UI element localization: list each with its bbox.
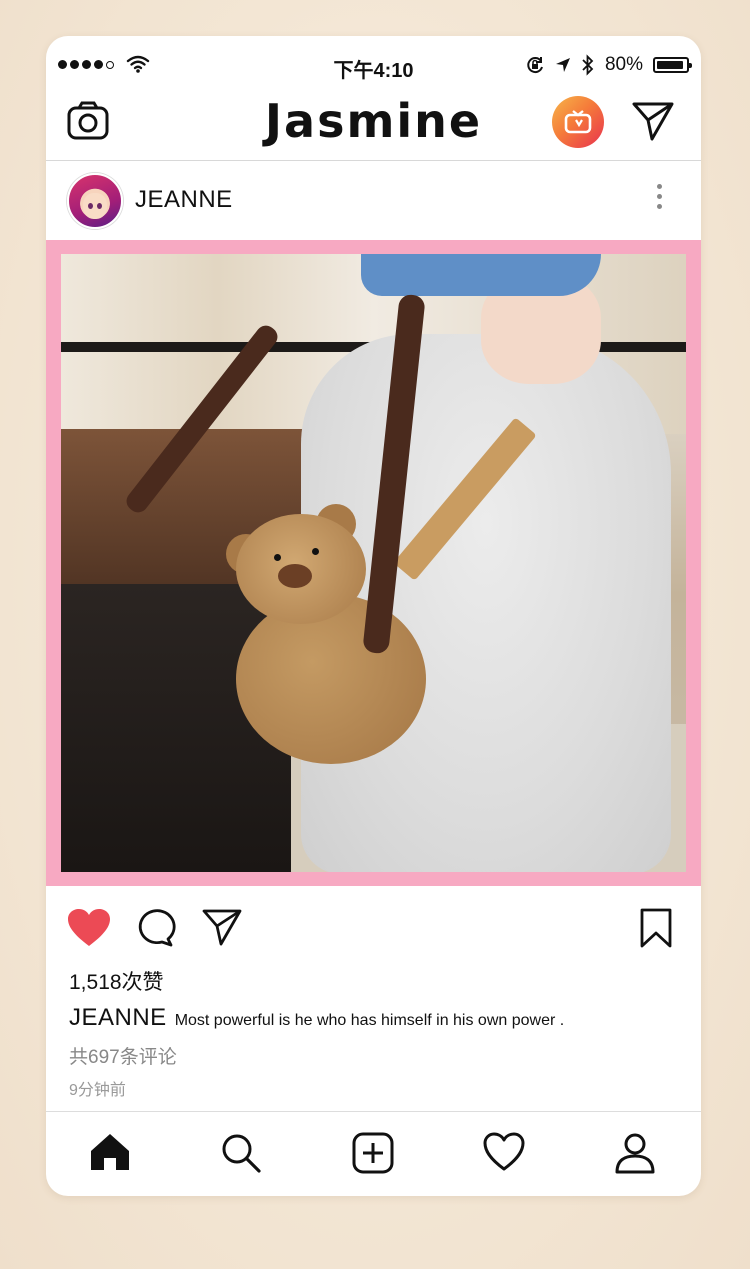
teddy-bear-backpack: [216, 504, 436, 774]
avatar[interactable]: [67, 173, 123, 229]
add-post-icon[interactable]: [352, 1132, 394, 1174]
caption-text: Most powerful is he who has himself in h…: [174, 1012, 565, 1029]
post-username[interactable]: JEANNE: [135, 186, 233, 214]
orientation-lock-icon: [527, 57, 543, 74]
post-actions: [46, 886, 701, 956]
post-timestamp: 9分钟前: [69, 1082, 126, 1099]
battery-icon: [653, 57, 692, 73]
search-icon[interactable]: [220, 1132, 262, 1174]
status-right: 80%: [525, 54, 692, 76]
direct-send-icon[interactable]: [630, 98, 676, 144]
post-photo[interactable]: [61, 254, 686, 872]
bookmark-icon[interactable]: [639, 908, 673, 948]
battery-percent: 80%: [604, 54, 643, 75]
bottom-tab-bar: [46, 1111, 701, 1196]
app-header: Jasmine: [46, 94, 701, 160]
post-caption: JEANNE Most powerful is he who has himsel…: [69, 1004, 564, 1032]
like-heart-icon[interactable]: [67, 908, 111, 948]
post-photo-frame: [46, 240, 701, 886]
igtv-icon[interactable]: [552, 96, 604, 148]
caption-username[interactable]: JEANNE: [69, 1004, 167, 1031]
comment-icon[interactable]: [135, 908, 177, 948]
view-comments-link[interactable]: 共697条评论: [69, 1042, 177, 1069]
status-bar: 下午4:10 80%: [46, 36, 701, 94]
home-icon[interactable]: [89, 1132, 131, 1172]
more-options-icon[interactable]: [657, 184, 662, 209]
profile-icon[interactable]: [614, 1132, 656, 1174]
likes-count[interactable]: 1,518次赞: [69, 966, 164, 996]
share-send-icon[interactable]: [201, 908, 243, 946]
location-arrow-icon: [555, 58, 570, 72]
activity-heart-icon[interactable]: [483, 1132, 525, 1172]
phone-screen: 下午4:10 80% Jasmine JEANNE 1,518次赞 JEANNE…: [46, 36, 701, 1196]
post-header: JEANNE: [46, 160, 701, 240]
bluetooth-icon: [582, 54, 594, 76]
